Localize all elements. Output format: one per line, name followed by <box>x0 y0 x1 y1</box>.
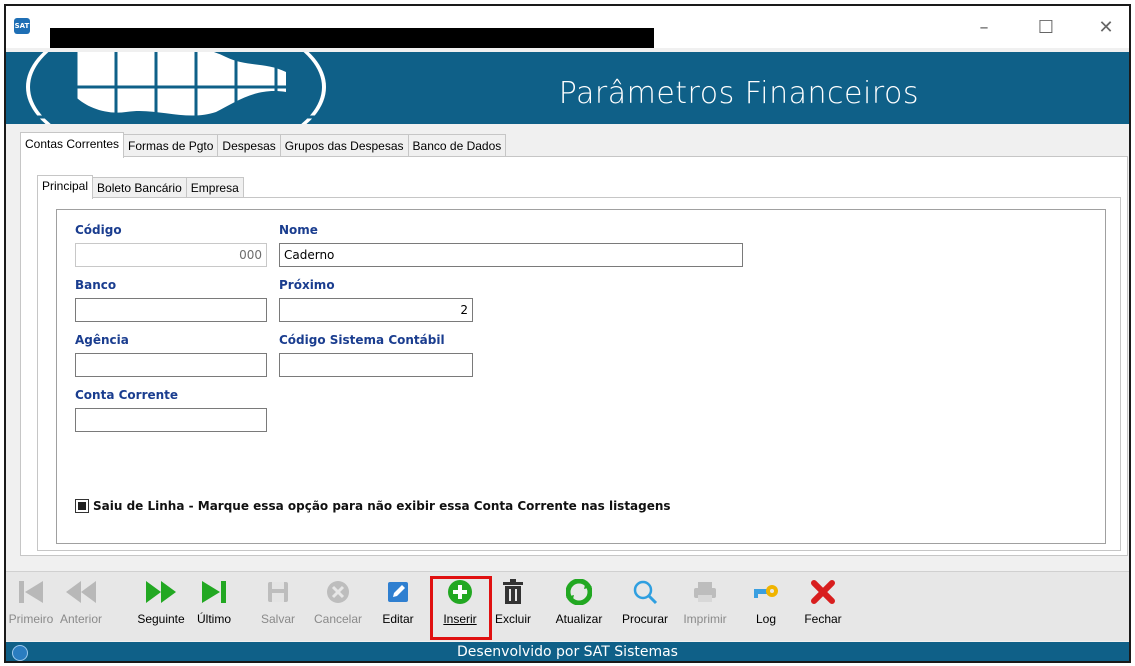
fechar-button[interactable]: Fechar <box>798 572 848 640</box>
main-tabs: Contas Correntes Formas de Pgto Despesas… <box>20 132 507 158</box>
tab-grupos-das-despesas[interactable]: Grupos das Despesas <box>279 134 409 158</box>
window-title-redacted <box>50 28 654 48</box>
save-icon <box>256 572 300 612</box>
nome-label: Nome <box>279 223 318 237</box>
editar-button[interactable]: Editar <box>376 572 420 640</box>
minimize-icon[interactable]: – <box>962 16 1006 40</box>
log-button[interactable]: Log <box>746 572 786 640</box>
status-bar: Desenvolvido por SAT Sistemas <box>6 642 1129 661</box>
tab-principal[interactable]: Principal <box>37 175 94 199</box>
codigo-contabil-label: Código Sistema Contábil <box>279 333 445 347</box>
next-record-icon <box>130 572 192 612</box>
saiu-de-linha-label: Saiu de Linha - Marque essa opção para n… <box>93 499 671 513</box>
maximize-icon[interactable]: ☐ <box>1024 16 1068 40</box>
codigo-contabil-field[interactable] <box>279 353 473 377</box>
cancel-icon <box>310 572 366 612</box>
previous-record-icon <box>56 572 106 612</box>
page-title: Parâmetros Financeiros <box>558 76 919 111</box>
cancelar-button[interactable]: Cancelar <box>310 572 366 640</box>
sub-tabs: Principal Boleto Bancário Empresa <box>37 175 244 199</box>
procurar-button[interactable]: Procurar <box>616 572 674 640</box>
agencia-label: Agência <box>75 333 129 347</box>
saiu-de-linha-row: Saiu de Linha - Marque essa opção para n… <box>75 499 671 513</box>
edit-icon <box>376 572 420 612</box>
codigo-field: 000 <box>75 243 267 267</box>
conta-corrente-field[interactable] <box>75 408 267 432</box>
key-icon <box>746 572 786 612</box>
header-banner: Parâmetros Financeiros <box>6 52 1129 124</box>
app-window: SAT – ☐ ✕ Parâmetros Financeiros Contas … <box>4 4 1131 663</box>
nome-field[interactable]: Caderno <box>279 243 743 267</box>
form-group-box: Código 000 Nome Caderno Banco Próximo 2 … <box>56 209 1106 544</box>
agencia-field[interactable] <box>75 353 267 377</box>
printer-icon <box>678 572 732 612</box>
banco-field[interactable] <box>75 298 267 322</box>
anterior-button[interactable]: Anterior <box>56 572 106 640</box>
search-icon <box>616 572 674 612</box>
tab-banco-de-dados[interactable]: Banco de Dados <box>407 134 507 158</box>
trash-icon <box>492 572 534 612</box>
tab-empresa[interactable]: Empresa <box>185 177 244 199</box>
close-icon[interactable]: ✕ <box>1084 16 1128 40</box>
seguinte-button[interactable]: Seguinte <box>130 572 192 640</box>
atualizar-button[interactable]: Atualizar <box>546 572 612 640</box>
tab-boleto-bancario[interactable]: Boleto Bancário <box>92 177 187 199</box>
refresh-icon <box>546 572 612 612</box>
proximo-field[interactable]: 2 <box>279 298 473 322</box>
tab-despesas[interactable]: Despesas <box>217 134 281 158</box>
excluir-button[interactable]: Excluir <box>492 572 534 640</box>
saiu-de-linha-checkbox[interactable] <box>75 499 89 513</box>
main-tab-panel: Principal Boleto Bancário Empresa Código… <box>20 156 1128 556</box>
primeiro-button[interactable]: Primeiro <box>8 572 54 640</box>
codigo-label: Código <box>75 223 122 237</box>
tab-formas-de-pgto[interactable]: Formas de Pgto <box>123 134 219 158</box>
last-record-icon <box>192 572 236 612</box>
status-text: Desenvolvido por SAT Sistemas <box>457 644 678 660</box>
banco-label: Banco <box>75 278 117 292</box>
tab-contas-correntes[interactable]: Contas Correntes <box>20 132 125 158</box>
first-record-icon <box>8 572 54 612</box>
imprimir-button[interactable]: Imprimir <box>678 572 732 640</box>
globe-logo <box>26 52 326 124</box>
inserir-highlight-box <box>430 576 492 640</box>
sub-tab-panel: Código 000 Nome Caderno Banco Próximo 2 … <box>37 197 1121 551</box>
ultimo-button[interactable]: Último <box>192 572 236 640</box>
close-x-icon <box>798 572 848 612</box>
navigation-toolbar: Primeiro Anterior Seguinte Último Salvar <box>6 571 1129 641</box>
sat-logo-icon[interactable]: SAT <box>14 18 30 34</box>
title-bar: SAT – ☐ ✕ <box>6 6 1129 48</box>
salvar-button[interactable]: Salvar <box>256 572 300 640</box>
conta-corrente-label: Conta Corrente <box>75 388 179 402</box>
proximo-label: Próximo <box>279 278 335 292</box>
